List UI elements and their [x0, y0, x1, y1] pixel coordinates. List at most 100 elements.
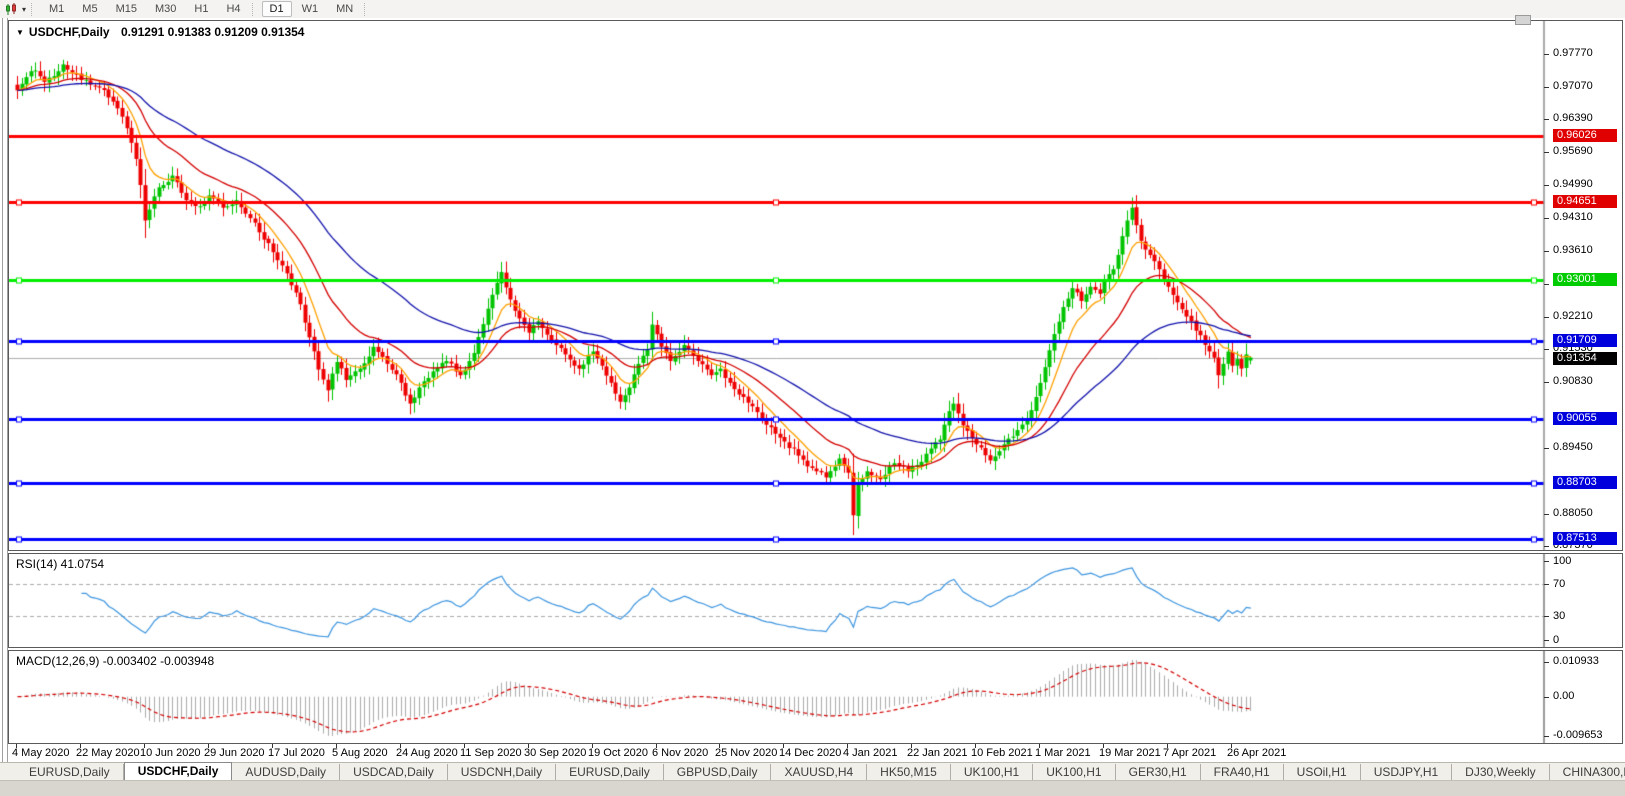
chart-window: ▼ USDCHF,Daily 0.91291 0.91383 0.91209 0.… — [0, 18, 1625, 795]
date-label: 17 Jul 2020 — [268, 747, 325, 759]
price-level-badge: 0.96026 — [1553, 129, 1617, 142]
timeframe-button-group: M1M5M15M30H1H4 D1W1MN — [40, 1, 373, 17]
price-tick — [1544, 349, 1549, 350]
macd-panel: MACD(12,26,9) -0.003402 -0.003948 0.0109… — [8, 650, 1623, 744]
chart-tab-uk100-h1[interactable]: UK100,H1 — [951, 764, 1033, 780]
date-label: 25 Nov 2020 — [715, 747, 777, 759]
price-tick-label: 0.97070 — [1553, 80, 1593, 92]
date-label: 19 Mar 2021 — [1099, 747, 1161, 759]
toolbar-separator — [31, 3, 35, 16]
chart-tab-usdcnh-daily[interactable]: USDCNH,Daily — [448, 764, 556, 780]
timeframe-m5[interactable]: M5 — [74, 1, 105, 17]
price-tick — [1544, 54, 1549, 55]
price-tick-label: 0.92210 — [1553, 310, 1593, 322]
price-level-badge: 0.94651 — [1553, 195, 1617, 208]
price-tick-label: 0.94310 — [1553, 211, 1593, 223]
price-tick — [1544, 218, 1549, 219]
timeframe-mn[interactable]: MN — [328, 1, 361, 17]
chart-title: ▼ USDCHF,Daily 0.91291 0.91383 0.91209 0.… — [16, 25, 304, 39]
price-tick-label: 0.94990 — [1553, 178, 1593, 190]
price-tick — [1544, 185, 1549, 186]
timeframe-m30[interactable]: M30 — [147, 1, 184, 17]
chart-tab-usdcad-daily[interactable]: USDCAD,Daily — [340, 764, 448, 780]
macd-canvas[interactable] — [9, 651, 1551, 743]
chart-tab-xauusd-h4[interactable]: XAUUSD,H4 — [771, 764, 867, 780]
rsi-tick — [1544, 584, 1549, 585]
price-tick — [1544, 448, 1549, 449]
chart-tab-hk50-m15[interactable]: HK50,M15 — [867, 764, 951, 780]
chart-type-caret-icon[interactable]: ▾ — [22, 5, 26, 14]
price-chart-panel: ▼ USDCHF,Daily 0.91291 0.91383 0.91209 0.… — [8, 20, 1623, 551]
timeframe-m15[interactable]: M15 — [108, 1, 145, 17]
date-label: 6 Nov 2020 — [652, 747, 708, 759]
toolbar: ▾ M1M5M15M30H1H4 D1W1MN — [0, 0, 1625, 19]
symbol-name: USDCHF,Daily — [29, 25, 110, 39]
current-price-badge: 0.91354 — [1553, 352, 1617, 365]
chart-tab-gbpusd-daily[interactable]: GBPUSD,Daily — [664, 764, 772, 780]
macd-tick — [1544, 736, 1549, 737]
ohlc-values: 0.91291 0.91383 0.91209 0.91354 — [121, 25, 305, 39]
chart-tab-usoil-h1[interactable]: USOil,H1 — [1284, 764, 1361, 780]
timeframe-w1[interactable]: W1 — [294, 1, 327, 17]
date-label: 30 Sep 2020 — [524, 747, 586, 759]
price-tick — [1544, 514, 1549, 515]
price-tick-label: 0.93610 — [1553, 244, 1593, 256]
price-tick — [1544, 546, 1549, 547]
date-label: 10 Feb 2021 — [971, 747, 1033, 759]
timeframe-m1[interactable]: M1 — [41, 1, 72, 17]
rsi-tick — [1544, 640, 1549, 641]
date-label: 22 Jan 2021 — [907, 747, 968, 759]
price-tick-label: 0.88050 — [1553, 507, 1593, 519]
price-tick — [1544, 382, 1549, 383]
chart-tab-bar: EURUSD,DailyUSDCHF,DailyAUDUSD,DailyUSDC… — [0, 762, 1625, 780]
rsi-tick-label: 70 — [1553, 578, 1565, 590]
chart-tab-eurusd-daily[interactable]: EURUSD,Daily — [556, 764, 664, 780]
price-level-badge: 0.91709 — [1553, 334, 1617, 347]
chart-tab-fra40-h1[interactable]: FRA40,H1 — [1201, 764, 1284, 780]
rsi-tick-label: 100 — [1553, 555, 1571, 567]
date-label: 29 Jun 2020 — [204, 747, 265, 759]
chart-scrollbar-thumb[interactable] — [1515, 15, 1531, 25]
date-label: 4 Jan 2021 — [843, 747, 897, 759]
price-tick-label: 0.96390 — [1553, 112, 1593, 124]
price-level-badge: 0.87513 — [1553, 532, 1617, 545]
candlestick-glyph — [5, 3, 19, 16]
price-tick — [1544, 152, 1549, 153]
price-tick — [1544, 119, 1549, 120]
macd-tick-label: 0.00 — [1553, 690, 1574, 702]
price-level-badge: 0.90055 — [1553, 412, 1617, 425]
chart-tab-ger30-h1[interactable]: GER30,H1 — [1116, 764, 1201, 780]
price-tick-label: 0.89450 — [1553, 441, 1593, 453]
rsi-panel: RSI(14) 41.0754 10070300 — [8, 553, 1623, 648]
rsi-tick — [1544, 561, 1549, 562]
price-tick — [1544, 317, 1549, 318]
toolbar-separator — [252, 3, 256, 16]
date-label: 11 Sep 2020 — [460, 747, 522, 759]
chart-tab-usdchf-daily[interactable]: USDCHF,Daily — [124, 762, 233, 780]
rsi-label: RSI(14) 41.0754 — [16, 557, 104, 571]
chart-type-icon[interactable] — [3, 2, 21, 16]
timeframe-h4[interactable]: H4 — [218, 1, 248, 17]
chart-tab-usdjpy-h1[interactable]: USDJPY,H1 — [1361, 764, 1452, 780]
macd-tick-label: 0.010933 — [1553, 655, 1599, 667]
symbol-dropdown-icon[interactable]: ▼ — [16, 28, 24, 37]
macd-tick — [1544, 697, 1549, 698]
chart-tab-china300-h1[interactable]: CHINA300,H1 — [1550, 764, 1625, 780]
price-tick-label: 0.97770 — [1553, 47, 1593, 59]
rsi-tick — [1544, 616, 1549, 617]
chart-tab-dj30-weekly[interactable]: DJ30,Weekly — [1452, 764, 1549, 780]
rsi-tick-label: 0 — [1553, 634, 1559, 646]
chart-tab-audusd-daily[interactable]: AUDUSD,Daily — [232, 764, 340, 780]
bottom-strip — [0, 780, 1625, 796]
chart-tab-eurusd-daily[interactable]: EURUSD,Daily — [16, 764, 124, 780]
timeframe-d1[interactable]: D1 — [262, 1, 292, 17]
price-tick-label: 0.90830 — [1553, 375, 1593, 387]
price-chart-canvas[interactable] — [9, 21, 1551, 550]
price-level-badge: 0.93001 — [1553, 273, 1617, 286]
chart-tab-uk100-h1[interactable]: UK100,H1 — [1033, 764, 1115, 780]
price-tick — [1544, 284, 1549, 285]
rsi-canvas[interactable] — [9, 554, 1551, 647]
date-label: 1 Mar 2021 — [1035, 747, 1091, 759]
date-label: 7 Apr 2021 — [1163, 747, 1216, 759]
timeframe-h1[interactable]: H1 — [186, 1, 216, 17]
